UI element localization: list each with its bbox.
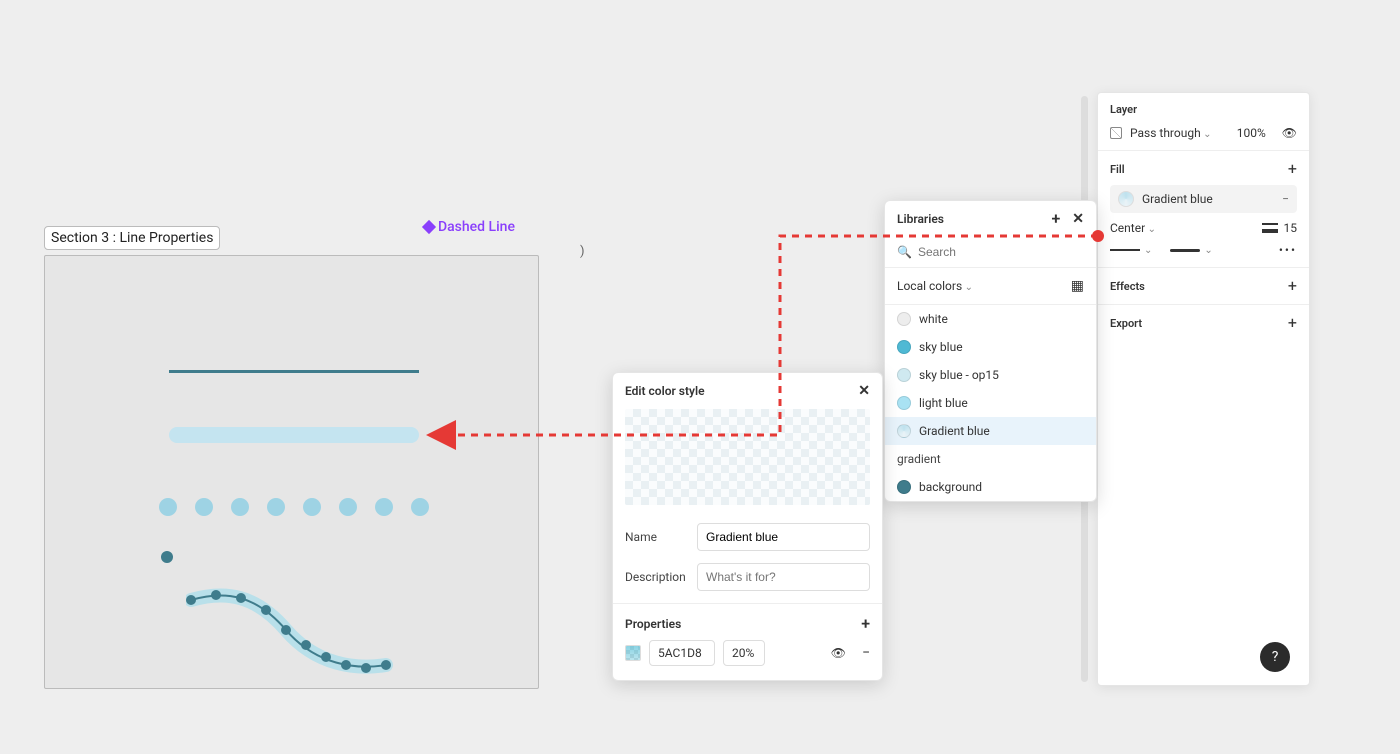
section-label: Section 3 : Line Properties bbox=[44, 226, 220, 250]
add-export-button[interactable]: + bbox=[1288, 315, 1297, 331]
remove-color-button[interactable]: − bbox=[862, 645, 870, 661]
annotation-origin-dot bbox=[1092, 230, 1104, 242]
color-style-item[interactable]: background bbox=[885, 473, 1096, 501]
libraries-title: Libraries bbox=[897, 212, 944, 226]
start-cap-dropdown[interactable]: ⌄ bbox=[1110, 245, 1152, 256]
detach-style-button[interactable]: − bbox=[1282, 192, 1289, 206]
color-style-list: white sky blue sky blue - op15 light blue Gr… bbox=[885, 305, 1096, 501]
color-swatch[interactable] bbox=[625, 645, 641, 661]
add-library-button[interactable]: + bbox=[1051, 211, 1060, 227]
properties-header: Properties bbox=[625, 617, 681, 631]
gradient-swatch-icon bbox=[1118, 191, 1134, 207]
end-cap-dropdown[interactable]: ⌄ bbox=[1170, 245, 1212, 256]
fill-section-title: Fill bbox=[1110, 163, 1125, 176]
stray-paren: ) bbox=[580, 244, 585, 259]
component-icon bbox=[422, 220, 436, 234]
blend-mode-icon bbox=[1110, 127, 1122, 139]
selected-layer-name: Dashed Line bbox=[438, 219, 515, 235]
point-sample[interactable] bbox=[161, 551, 173, 563]
libraries-search-input[interactable] bbox=[918, 245, 1084, 259]
fill-style-name: Gradient blue bbox=[1142, 192, 1213, 206]
style-name-input[interactable] bbox=[697, 523, 870, 551]
layer-opacity-input[interactable]: 100% bbox=[1237, 126, 1266, 140]
stroke-more-button[interactable]: ••• bbox=[1279, 243, 1297, 257]
color-style-item[interactable]: sky blue bbox=[885, 333, 1096, 361]
color-chip-icon bbox=[897, 396, 911, 410]
export-section-title: Export bbox=[1110, 317, 1142, 330]
color-style-label: light blue bbox=[919, 396, 968, 410]
libraries-popover: Libraries + ✕ 🔍 Local colors ▦ white sky … bbox=[884, 200, 1097, 502]
properties-panel: Layer Pass through 100% Fill + Gradient … bbox=[1097, 92, 1310, 686]
add-color-property-button[interactable]: + bbox=[861, 616, 870, 632]
color-style-item[interactable]: white bbox=[885, 305, 1096, 333]
edit-style-title: Edit color style bbox=[625, 384, 705, 398]
fill-style-row[interactable]: Gradient blue − bbox=[1110, 185, 1297, 213]
add-fill-button[interactable]: + bbox=[1288, 161, 1297, 177]
color-style-item[interactable]: sky blue - op15 bbox=[885, 361, 1096, 389]
close-libraries-button[interactable]: ✕ bbox=[1072, 211, 1084, 227]
help-button[interactable]: ? bbox=[1260, 642, 1290, 672]
search-icon: 🔍 bbox=[897, 245, 912, 259]
add-effect-button[interactable]: + bbox=[1288, 278, 1297, 294]
grid-view-toggle[interactable]: ▦ bbox=[1071, 278, 1084, 294]
solid-line-sample[interactable] bbox=[169, 370, 419, 373]
color-preview bbox=[625, 409, 870, 505]
thick-line-sample[interactable] bbox=[169, 427, 419, 443]
color-chip-icon bbox=[897, 424, 911, 438]
color-chip-icon bbox=[897, 312, 911, 326]
selected-layer-tag[interactable]: Dashed Line bbox=[424, 219, 515, 235]
color-visibility-toggle[interactable] bbox=[831, 645, 846, 661]
color-style-label: Gradient blue bbox=[919, 424, 990, 438]
style-description-input[interactable] bbox=[697, 563, 870, 591]
dotted-line-sample[interactable] bbox=[159, 498, 429, 516]
color-style-label: sky blue - op15 bbox=[919, 368, 999, 382]
color-chip-icon bbox=[897, 480, 911, 494]
color-chip-icon bbox=[897, 340, 911, 354]
color-style-item[interactable]: light blue bbox=[885, 389, 1096, 417]
group-label: gradient bbox=[885, 445, 1096, 473]
color-chip-icon bbox=[897, 368, 911, 382]
visibility-toggle[interactable] bbox=[1282, 126, 1297, 140]
opacity-input[interactable]: 20% bbox=[723, 640, 765, 666]
wave-line-sample[interactable] bbox=[186, 580, 396, 680]
name-label: Name bbox=[625, 530, 687, 544]
stroke-align-dropdown[interactable]: Center bbox=[1110, 221, 1156, 235]
effects-section-title: Effects bbox=[1110, 280, 1145, 293]
color-style-label: white bbox=[919, 312, 948, 326]
color-style-item[interactable]: Gradient blue bbox=[885, 417, 1096, 445]
close-edit-style-button[interactable]: ✕ bbox=[858, 383, 870, 399]
stroke-weight-input[interactable]: 15 bbox=[1284, 221, 1298, 235]
local-colors-dropdown[interactable]: Local colors bbox=[897, 279, 973, 293]
edit-color-style-popover: Edit color style ✕ Name Description Prop… bbox=[612, 372, 883, 681]
blend-mode-dropdown[interactable]: Pass through bbox=[1130, 126, 1212, 140]
layer-section-title: Layer bbox=[1110, 103, 1297, 116]
color-style-label: background bbox=[919, 480, 982, 494]
description-label: Description bbox=[625, 570, 687, 584]
stroke-weight-icon bbox=[1262, 223, 1278, 233]
color-style-label: sky blue bbox=[919, 340, 963, 354]
hex-input[interactable]: 5AC1D8 bbox=[649, 640, 715, 666]
